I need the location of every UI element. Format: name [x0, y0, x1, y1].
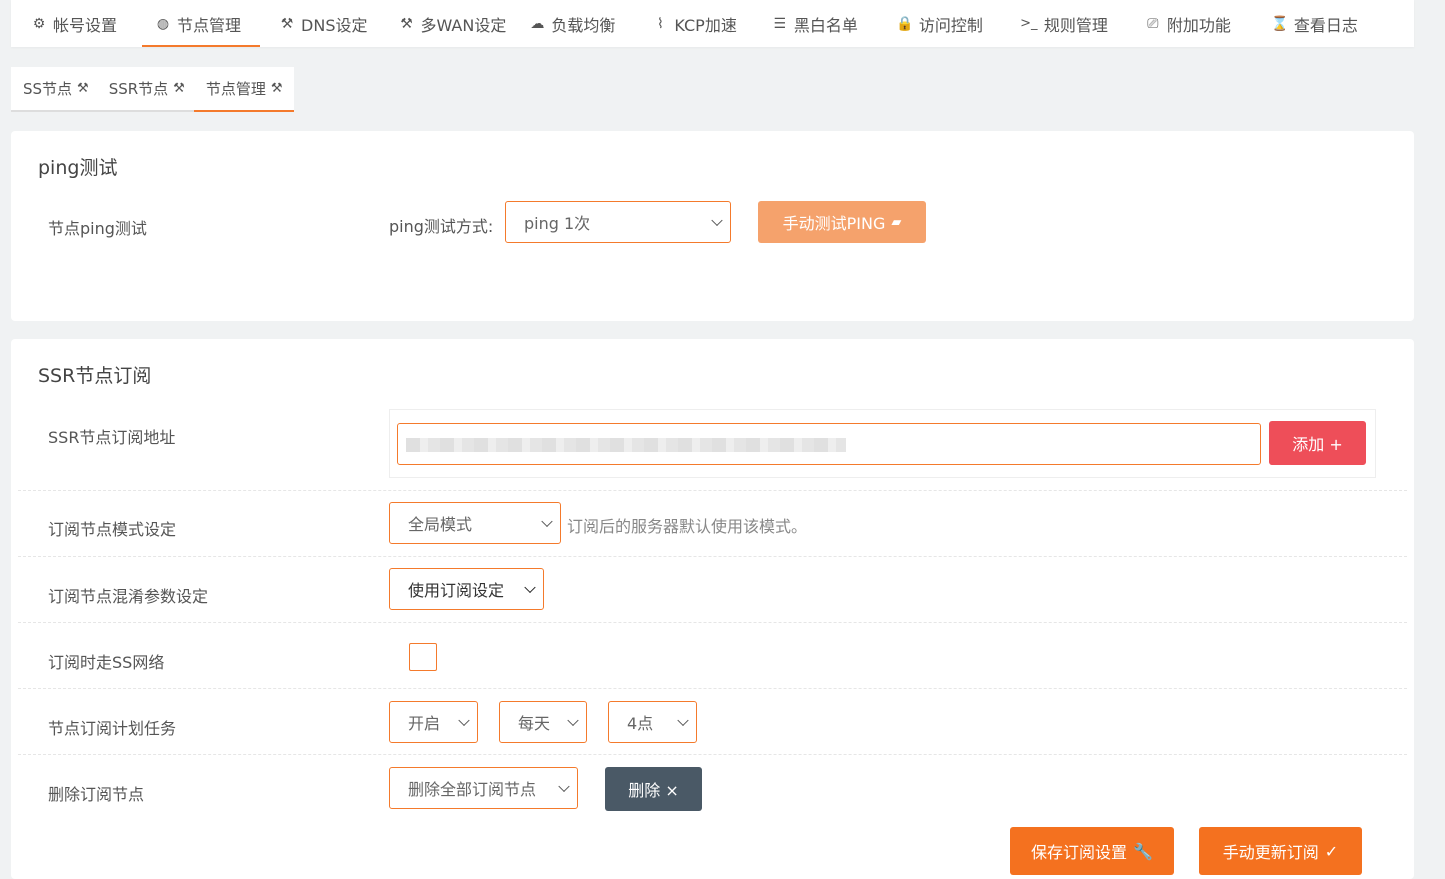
chart-icon: ⌇: [656, 15, 664, 32]
schedule-hour-select[interactable]: 4点: [608, 701, 697, 743]
nav-label: 多WAN设定: [420, 15, 507, 35]
select-value: 每天: [518, 714, 551, 733]
schedule-frequency-select[interactable]: 每天: [499, 701, 587, 743]
nav-view-logs[interactable]: ⌛ 查看日志: [1271, 0, 1358, 47]
check-icon: ✓: [1324, 841, 1339, 861]
tab-label: 节点管理: [205, 80, 266, 98]
mode-select[interactable]: 全局模式: [389, 502, 561, 544]
gear-icon: ⚙: [32, 15, 46, 32]
select-value: 开启: [408, 714, 441, 733]
button-label: 删除 ×: [628, 781, 679, 800]
chevron-down-icon: [558, 780, 570, 793]
nav-label: 负载均衡: [551, 15, 616, 35]
chevron-down-icon: [711, 214, 723, 227]
tab-ssr-nodes[interactable]: SSR节点 ⚒: [97, 67, 194, 112]
tools-icon: ⚒: [270, 81, 283, 96]
cloud-icon: ☁: [530, 15, 545, 32]
nav-label: KCP加速: [674, 15, 737, 35]
nav-rule-management[interactable]: >_ 规则管理: [1019, 0, 1108, 47]
nav-label: DNS设定: [301, 15, 368, 35]
add-subscription-button[interactable]: 添加 +: [1269, 421, 1366, 465]
select-value: 使用订阅设定: [408, 581, 505, 600]
select-value: ping 1次: [524, 214, 591, 233]
ssr-subscribe-card: SSR节点订阅 SSR节点订阅地址 添加 + 订阅节点模式设定 全局模式 订阅后…: [11, 339, 1414, 879]
button-label: 手动测试PING: [782, 214, 886, 233]
ping-method-select[interactable]: ping 1次: [505, 201, 731, 243]
delete-scope-select[interactable]: 删除全部订阅节点: [389, 767, 578, 809]
nav-dns-settings[interactable]: ⚒ DNS设定: [278, 0, 368, 47]
hammer-icon: ⚒: [400, 15, 413, 32]
via-ss-checkbox[interactable]: [409, 643, 437, 671]
lock-icon: 🔒: [896, 15, 914, 32]
ping-card: ping测试 节点ping测试 ping测试方式: ping 1次 手动测试PI…: [11, 131, 1414, 321]
chevron-down-icon: [541, 515, 553, 528]
nav-label: 附加功能: [1166, 15, 1231, 35]
nav-node-management[interactable]: ◍ 节点管理: [142, 0, 261, 47]
tools-icon: ⚒: [280, 15, 294, 32]
nav-black-white-list[interactable]: ☰ 黑白名单: [771, 0, 858, 47]
nav-load-balance[interactable]: ☁ 负载均衡: [528, 0, 615, 47]
hourglass-icon: ⌛: [1271, 15, 1289, 32]
row-label: 订阅节点混淆参数设定: [48, 587, 209, 606]
nav-account-settings[interactable]: ⚙ 帐号设置: [30, 0, 117, 47]
manual-ping-button[interactable]: 手动测试PING ▰: [758, 201, 926, 243]
nav-extra-features[interactable]: ⎚ 附加功能: [1144, 0, 1231, 47]
tools-icon: ⚒: [173, 81, 185, 96]
globe-icon: ◍: [156, 15, 170, 32]
settings-monitor-icon: ⎚: [1147, 15, 1159, 32]
card-title: ping测试: [38, 157, 118, 179]
subscribe-url-input[interactable]: [397, 423, 1261, 465]
row-label: 删除订阅节点: [48, 785, 145, 804]
nav-label: 黑白名单: [793, 15, 858, 35]
divider: [18, 556, 1407, 557]
select-value: 删除全部订阅节点: [408, 780, 537, 799]
nav-label: 节点管理: [177, 15, 242, 35]
schedule-enable-select[interactable]: 开启: [389, 701, 478, 743]
sub-tabs: SS节点 ⚒ SSR节点 ⚒ 节点管理 ⚒: [11, 67, 294, 112]
chevron-down-icon: [458, 714, 470, 727]
row-label: 订阅节点模式设定: [48, 520, 177, 539]
list-icon: ☰: [773, 15, 787, 32]
button-label: 添加 +: [1292, 435, 1343, 454]
chevron-down-icon: [677, 714, 689, 727]
nav-label: 帐号设置: [53, 15, 118, 35]
tools-icon: ⚒: [77, 81, 89, 96]
tab-ss-nodes[interactable]: SS节点 ⚒: [11, 67, 98, 112]
tab-node-management[interactable]: 节点管理 ⚒: [193, 67, 294, 112]
select-value: 4点: [627, 714, 654, 733]
nav-kcp-accel[interactable]: ⌇ KCP加速: [651, 0, 737, 47]
card-title: SSR节点订阅: [38, 365, 152, 387]
terminal-icon: >_: [1020, 16, 1038, 31]
tab-label: SSR节点: [108, 80, 169, 98]
delete-nodes-button[interactable]: 删除 ×: [605, 767, 702, 811]
blurred-url: [406, 438, 846, 452]
obfs-select[interactable]: 使用订阅设定: [389, 568, 544, 610]
nav-label: 访问控制: [918, 15, 983, 35]
nav-multiwan-settings[interactable]: ⚒ 多WAN设定: [397, 0, 506, 47]
tab-label: SS节点: [23, 80, 73, 98]
row-label: SSR节点订阅地址: [48, 428, 176, 447]
button-label: 保存订阅设置: [1031, 843, 1128, 862]
wrench-icon: 🔧: [1133, 841, 1153, 861]
ping-method-label: ping测试方式:: [389, 217, 494, 236]
nav-label: 查看日志: [1293, 15, 1358, 35]
mode-hint: 订阅后的服务器默认使用该模式。: [567, 517, 808, 536]
divider: [18, 622, 1407, 623]
select-value: 全局模式: [408, 515, 473, 534]
flag-icon: ▰: [891, 214, 902, 230]
row-label: 节点订阅计划任务: [48, 719, 177, 738]
chevron-down-icon: [524, 581, 536, 594]
divider: [18, 688, 1407, 689]
divider: [18, 754, 1407, 755]
nav-label: 规则管理: [1043, 15, 1108, 35]
row-label: 节点ping测试: [48, 219, 147, 238]
button-label: 手动更新订阅: [1222, 843, 1319, 862]
nav-access-control[interactable]: 🔒 访问控制: [896, 0, 983, 47]
row-label: 订阅时走SS网络: [48, 653, 165, 672]
divider: [18, 490, 1407, 491]
top-navigation: ⚙ 帐号设置 ◍ 节点管理 ⚒ DNS设定 ⚒ 多WAN设定 ☁ 负载均衡 ⌇ …: [11, 0, 1414, 47]
chevron-down-icon: [567, 714, 579, 727]
